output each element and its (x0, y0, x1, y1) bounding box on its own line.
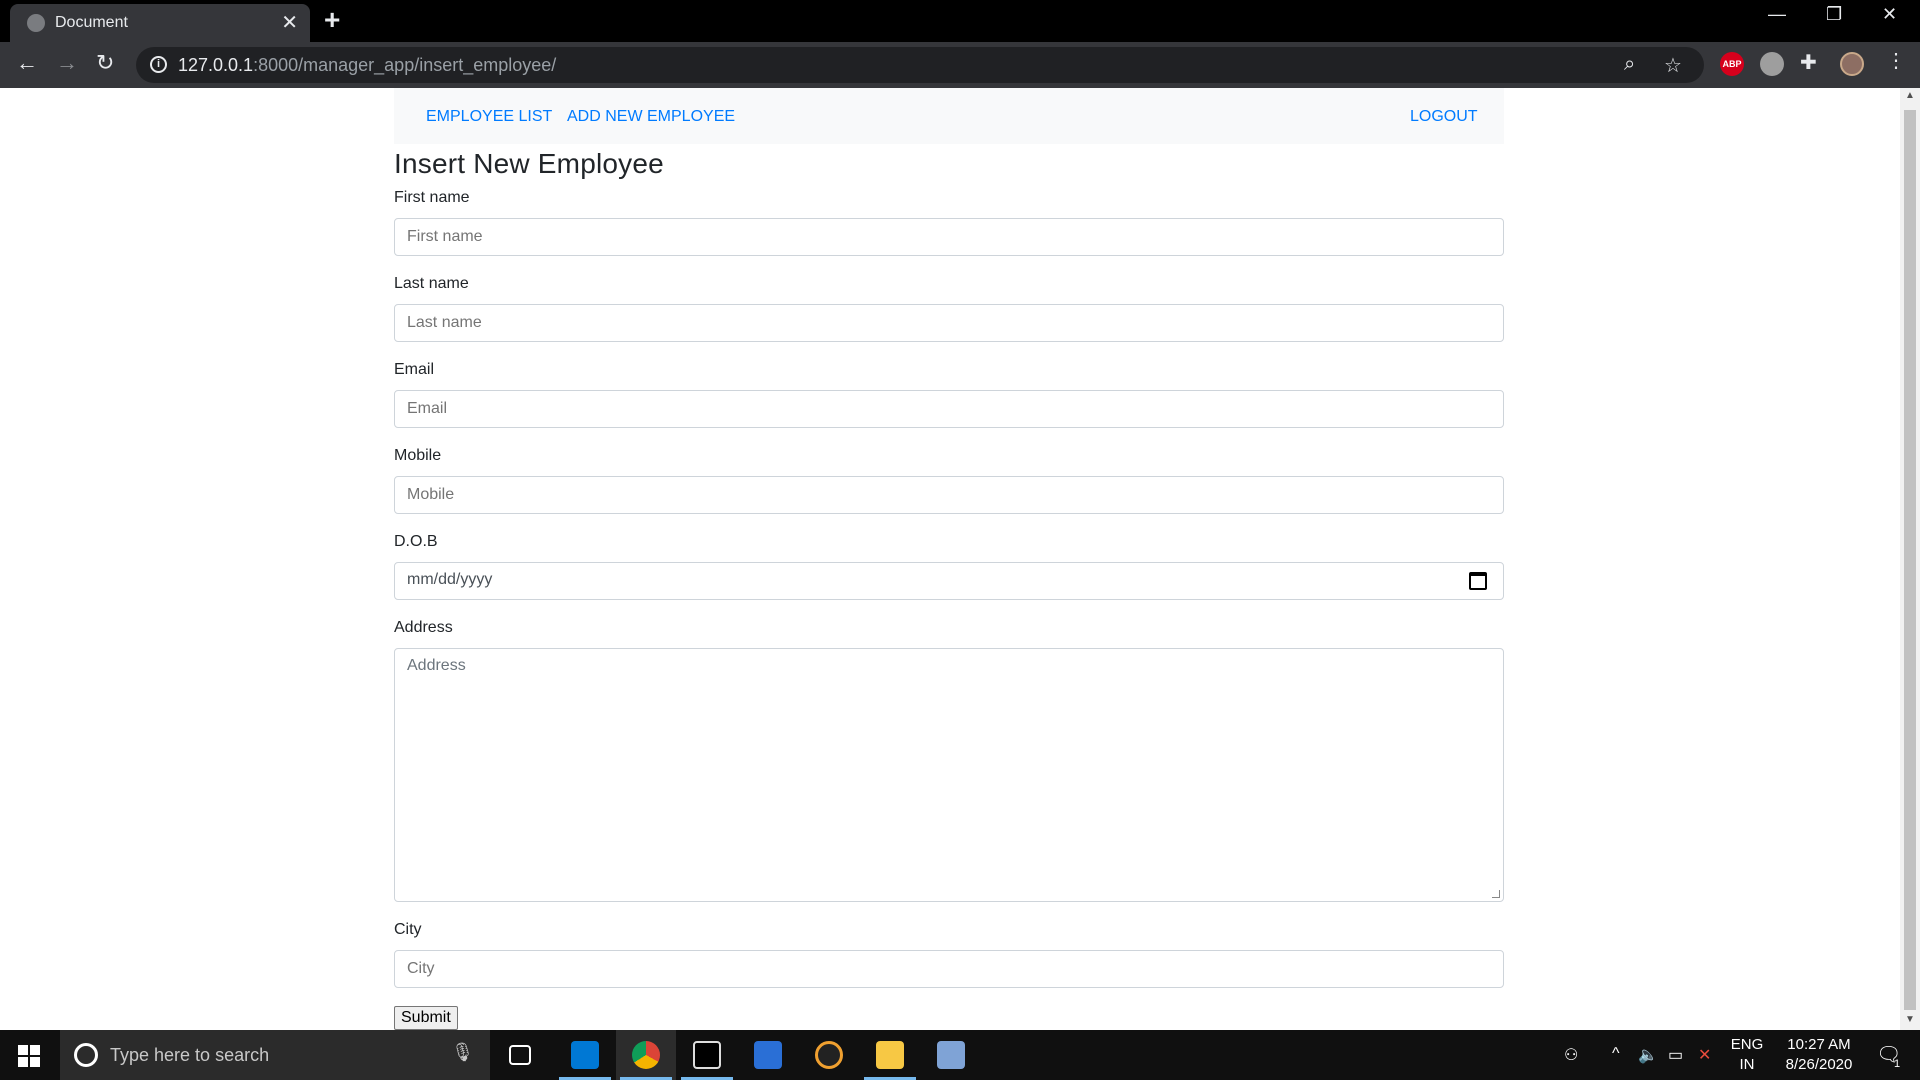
city-input[interactable] (394, 950, 1504, 988)
windows-start-icon[interactable] (18, 1045, 40, 1067)
app-icon (754, 1041, 782, 1069)
people-icon[interactable]: ⚇ (1564, 1045, 1578, 1065)
browser-tab[interactable]: Document ✕ (10, 4, 310, 42)
browser-toolbar: ← → ↻ i 127.0.0.1:8000/manager_app/inser… (0, 42, 1920, 88)
bookmark-star-icon[interactable]: ☆ (1664, 53, 1682, 78)
email-input[interactable] (394, 390, 1504, 428)
task-view-button[interactable] (490, 1030, 550, 1080)
extension-icon[interactable] (1760, 52, 1784, 76)
top-navbar: EMPLOYEE LIST ADD NEW EMPLOYEE LOGOUT (394, 88, 1504, 144)
task-view-icon (509, 1045, 531, 1065)
forward-icon[interactable]: → (56, 50, 78, 76)
close-tab-icon[interactable]: ✕ (281, 10, 298, 35)
menu-kebab-icon[interactable]: ⋮ (1886, 48, 1910, 72)
scroll-down-icon[interactable]: ▼ (1905, 1014, 1915, 1025)
address-textarea[interactable]: Address (394, 648, 1504, 902)
first-name-label: First name (394, 189, 470, 206)
vscode-icon (571, 1041, 599, 1069)
taskbar-network-app[interactable] (921, 1030, 981, 1080)
taskbar-vscode[interactable] (555, 1030, 615, 1080)
last-name-label: Last name (394, 275, 469, 292)
back-icon[interactable]: ← (16, 50, 38, 76)
taskbar-media-app[interactable] (799, 1030, 859, 1080)
windows-taskbar: Type here to search 🎙 ⚇ ^ 🔈 ▭ ✕ ENG IN 1… (0, 1030, 1920, 1080)
dob-placeholder: mm/dd/yyyy (407, 571, 493, 588)
scroll-up-icon[interactable]: ▲ (1905, 90, 1915, 101)
city-label: City (394, 921, 422, 938)
email-label: Email (394, 361, 435, 378)
browser-tab-bar: Document ✕ + — ❐ ✕ (0, 0, 1920, 42)
mobile-input[interactable] (394, 476, 1504, 514)
puzzle-extensions-icon[interactable]: ✚ (1800, 50, 1824, 74)
taskbar-chrome[interactable] (616, 1030, 676, 1080)
language-indicator[interactable]: ENG IN (1730, 1036, 1764, 1073)
taskbar-terminal[interactable] (677, 1030, 737, 1080)
nav-logout[interactable]: LOGOUT (1410, 108, 1478, 126)
cortana-icon[interactable] (74, 1043, 98, 1067)
address-label: Address (394, 619, 453, 636)
taskbar-search[interactable]: Type here to search 🎙 (60, 1030, 490, 1080)
first-name-input[interactable] (394, 218, 1504, 256)
zoom-icon[interactable]: ⌕ (1624, 53, 1635, 76)
close-window-icon[interactable]: ✕ (1882, 4, 1897, 25)
microphone-icon[interactable]: 🎙 (451, 1042, 474, 1063)
new-tab-icon[interactable]: + (324, 4, 340, 36)
restore-icon[interactable]: ❐ (1826, 4, 1842, 25)
taskbar-search-placeholder: Type here to search (110, 1045, 270, 1065)
page-title: Insert New Employee (394, 148, 664, 179)
minimize-icon[interactable]: — (1768, 4, 1786, 25)
address-bar[interactable]: i 127.0.0.1:8000/manager_app/insert_empl… (136, 47, 1704, 83)
nav-add-new-employee[interactable]: ADD NEW EMPLOYEE (567, 108, 735, 126)
url-text[interactable]: 127.0.0.1:8000/manager_app/insert_employ… (178, 55, 556, 76)
taskbar-file-explorer[interactable] (860, 1030, 920, 1080)
nav-employee-list[interactable]: EMPLOYEE LIST (426, 108, 552, 126)
resize-handle-icon[interactable] (1492, 890, 1500, 898)
globe-icon (27, 14, 45, 32)
tab-title: Document (55, 14, 128, 31)
last-name-input[interactable] (394, 304, 1504, 342)
dob-label: D.O.B (394, 533, 438, 550)
profile-avatar[interactable] (1840, 52, 1864, 76)
reload-icon[interactable]: ↻ (96, 50, 114, 76)
show-hidden-icons-icon[interactable]: ^ (1612, 1045, 1620, 1063)
scrollbar-thumb[interactable] (1904, 110, 1916, 1010)
clock[interactable]: 10:27 AM 8/26/2020 (1772, 1036, 1866, 1073)
volume-icon[interactable]: 🔈 (1638, 1045, 1658, 1065)
network-app-icon (937, 1041, 965, 1069)
page-container: EMPLOYEE LIST ADD NEW EMPLOYEE LOGOUT In… (394, 88, 1504, 1030)
taskbar-app[interactable] (738, 1030, 798, 1080)
clock-date: 8/26/2020 (1785, 1056, 1853, 1073)
clock-time: 10:27 AM (1787, 1036, 1851, 1053)
folder-icon (876, 1041, 904, 1069)
media-player-icon (815, 1041, 843, 1069)
submit-button[interactable]: Submit (394, 1006, 458, 1030)
battery-icon[interactable]: ▭ (1668, 1045, 1683, 1065)
mobile-label: Mobile (394, 447, 442, 464)
adblock-extension-icon[interactable]: ABP (1720, 52, 1744, 76)
chrome-icon (632, 1041, 660, 1069)
address-placeholder: Address (407, 657, 466, 674)
terminal-icon (693, 1041, 721, 1069)
dob-date-input[interactable]: mm/dd/yyyy (394, 562, 1504, 600)
network-disconnected-icon[interactable]: ✕ (1698, 1045, 1711, 1065)
calendar-icon[interactable] (1469, 572, 1487, 590)
info-icon[interactable]: i (150, 56, 167, 73)
page-scrollbar[interactable]: ▲ ▼ (1900, 88, 1920, 1030)
page-viewport: EMPLOYEE LIST ADD NEW EMPLOYEE LOGOUT In… (0, 88, 1900, 1030)
notification-count: 1 (1894, 1058, 1901, 1070)
